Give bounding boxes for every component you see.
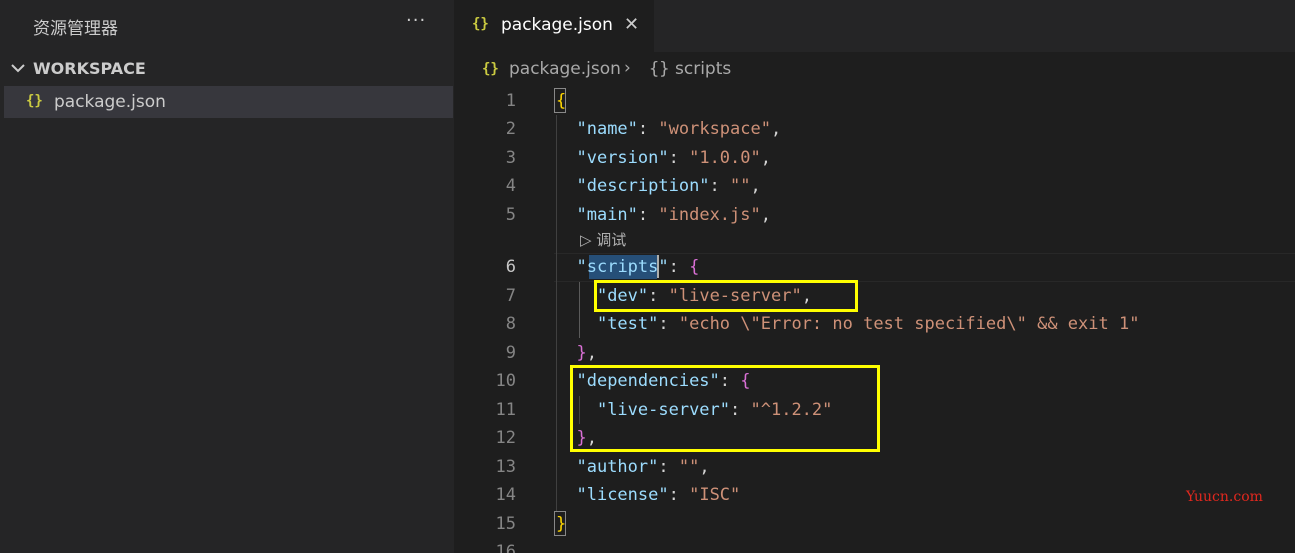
line-number: 3 xyxy=(505,148,516,168)
chevron-down-icon xyxy=(11,64,25,73)
line-number: 12 xyxy=(495,428,516,448)
json-value: "1.0.0" xyxy=(689,148,761,168)
colon: : xyxy=(668,148,690,168)
colon: : xyxy=(709,176,731,196)
brace: { xyxy=(556,91,567,111)
json-value: "workspace" xyxy=(658,119,771,139)
comma: , xyxy=(770,119,782,139)
code-line: 14 "license": "ISC" xyxy=(454,481,1295,509)
watermark: Yuucn.com xyxy=(1186,489,1263,505)
colon: : xyxy=(668,257,690,277)
colon: : xyxy=(668,485,690,505)
line-number: 9 xyxy=(505,343,516,363)
highlight-box-dependencies xyxy=(570,365,880,452)
line-number: 16 xyxy=(495,542,516,553)
line-number: 4 xyxy=(505,176,516,196)
comma: , xyxy=(699,457,710,477)
colon: : xyxy=(637,205,659,225)
json-value: "index.js" xyxy=(658,205,761,225)
json-key: "author" xyxy=(576,457,659,477)
explorer-sidebar: 资源管理器 ··· WORKSPACE {} package.json xyxy=(0,0,454,553)
codelens-debug[interactable]: ▷ 调试 xyxy=(580,229,626,250)
code-editor[interactable]: 1 { 2 "name": "workspace", 3 "version": … xyxy=(454,0,1295,553)
json-key: scripts xyxy=(586,257,659,277)
line-number: 1 xyxy=(505,91,516,111)
comma: , xyxy=(586,343,597,363)
json-key: "version" xyxy=(576,148,669,168)
code-line: 8 "test": "echo \"Error: no test specifi… xyxy=(454,310,1295,338)
file-item-package-json[interactable]: {} package.json xyxy=(4,86,453,118)
line-number: 6 xyxy=(505,257,516,277)
code-line: 4 "description": "", xyxy=(454,172,1295,200)
code-line: 3 "version": "1.0.0", xyxy=(454,144,1295,172)
comma: , xyxy=(760,148,771,168)
line-number: 7 xyxy=(505,286,516,306)
json-value: "ISC" xyxy=(689,485,741,505)
colon: : xyxy=(658,314,679,334)
code-line: 13 "author": "", xyxy=(454,453,1295,481)
json-key: "license" xyxy=(576,485,669,505)
line-number: 15 xyxy=(495,514,516,534)
code-line: 15 } xyxy=(454,510,1295,538)
line-number: 2 xyxy=(505,119,516,139)
editor-area: {} package.json ✕ {} package.json › {} s… xyxy=(454,0,1295,553)
json-key: "name" xyxy=(576,119,638,139)
file-label: package.json xyxy=(54,92,166,112)
text-cursor xyxy=(657,255,659,278)
json-value: "" xyxy=(678,457,700,477)
line-number: 14 xyxy=(495,485,516,505)
code-line: 16 xyxy=(454,538,1295,553)
code-line: 2 "name": "workspace", xyxy=(454,115,1295,143)
json-value: "" xyxy=(730,176,751,196)
code-line: 1 { xyxy=(454,87,1295,115)
workspace-label: WORKSPACE xyxy=(33,59,146,78)
brace: } xyxy=(576,343,587,363)
json-value: "echo \"Error: no test specified\" && ex… xyxy=(678,314,1140,334)
code-line: 7 "dev": "live-server", xyxy=(454,282,1295,310)
comma: , xyxy=(750,176,761,196)
line-number: 8 xyxy=(505,314,516,334)
brace: { xyxy=(689,257,700,277)
code-line: 9 }, xyxy=(454,339,1295,367)
json-file-icon: {} xyxy=(26,93,43,109)
quote: " xyxy=(658,257,669,277)
code-line: 5 "main": "index.js", xyxy=(454,201,1295,229)
colon: : xyxy=(658,457,679,477)
brace: } xyxy=(556,514,567,534)
colon: : xyxy=(637,119,659,139)
code-line: 6 "scripts": { xyxy=(454,253,1295,281)
workspace-folder[interactable]: WORKSPACE xyxy=(0,56,454,84)
quote: " xyxy=(576,257,587,277)
line-number: 5 xyxy=(505,205,516,225)
json-key: "main" xyxy=(576,205,638,225)
json-key: "description" xyxy=(576,176,710,196)
explorer-title: 资源管理器 xyxy=(33,19,118,39)
line-number: 11 xyxy=(495,400,516,420)
more-actions-icon[interactable]: ··· xyxy=(406,10,426,31)
json-key: "test" xyxy=(596,314,659,334)
line-number: 13 xyxy=(495,457,516,477)
comma: , xyxy=(760,205,771,225)
highlight-box-dev-script xyxy=(594,280,858,312)
line-number: 10 xyxy=(495,371,516,391)
